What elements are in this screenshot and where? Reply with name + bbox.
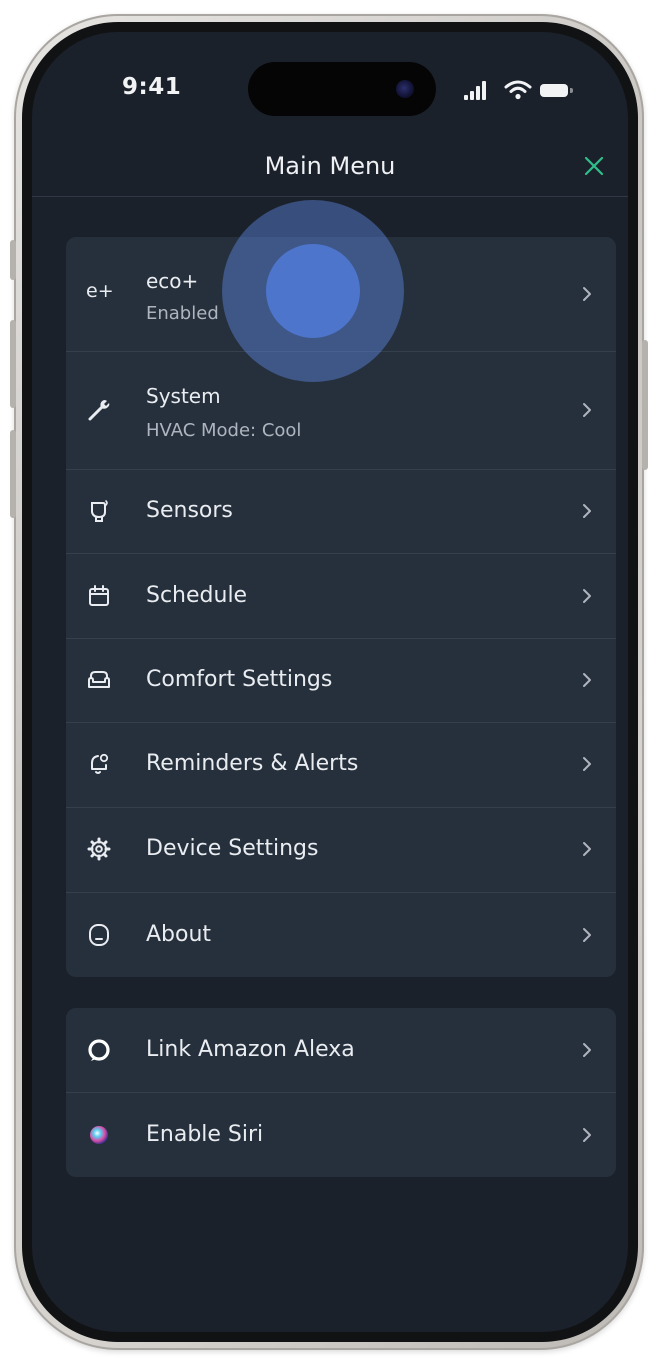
chevron-right-icon — [583, 928, 591, 942]
action-button — [10, 240, 16, 280]
wrench-icon — [86, 397, 112, 423]
chevron-right-icon — [583, 1128, 591, 1142]
menu-item-label: Sensors — [146, 498, 233, 523]
front-camera — [396, 80, 414, 98]
menu-item-device-settings[interactable]: Device Settings — [66, 808, 616, 893]
power-button — [642, 340, 648, 470]
signal-icon — [464, 80, 490, 100]
menu-item-label: System — [146, 384, 221, 408]
volume-down-button — [10, 430, 16, 518]
sofa-icon — [86, 667, 112, 693]
nav-header: Main Menu — [32, 142, 628, 197]
chevron-right-icon — [583, 757, 591, 771]
menu-item-reminders-alerts[interactable]: Reminders & Alerts — [66, 723, 616, 808]
calendar-icon — [86, 583, 112, 609]
chevron-right-icon — [583, 842, 591, 856]
eco-plus-icon: e+ — [86, 280, 114, 302]
menu-item-label: Link Amazon Alexa — [146, 1037, 355, 1062]
menu-item-link-amazon-alexa[interactable]: Link Amazon Alexa — [66, 1008, 616, 1093]
menu-item-system[interactable]: System HVAC Mode: Cool — [66, 352, 616, 470]
wifi-icon — [504, 80, 532, 100]
menu-item-enable-siri[interactable]: Enable Siri — [66, 1093, 616, 1177]
menu-item-about[interactable]: About — [66, 893, 616, 977]
status-time: 9:41 — [122, 74, 182, 100]
chevron-right-icon — [583, 504, 591, 518]
menu-item-subtitle: Enabled — [146, 303, 219, 324]
menu-item-label: Device Settings — [146, 836, 319, 861]
chevron-right-icon — [583, 287, 591, 301]
main-menu-list: e+ eco+ Enabled System HVAC Mode: Cool S… — [66, 237, 616, 977]
gear-icon — [86, 836, 112, 862]
menu-item-schedule[interactable]: Schedule — [66, 554, 616, 639]
siri-icon — [86, 1122, 112, 1148]
status-icons — [464, 80, 584, 102]
chevron-right-icon — [583, 673, 591, 687]
chevron-right-icon — [583, 589, 591, 603]
menu-item-comfort-settings[interactable]: Comfort Settings — [66, 639, 616, 723]
page-title: Main Menu — [264, 152, 396, 180]
thermostat-icon — [86, 922, 112, 948]
sensor-icon — [86, 498, 112, 524]
bell-icon — [86, 751, 112, 777]
menu-item-label: eco+ — [146, 269, 199, 293]
menu-item-subtitle: HVAC Mode: Cool — [146, 420, 302, 441]
close-icon — [584, 156, 604, 176]
chevron-right-icon — [583, 1043, 591, 1057]
menu-item-label: Enable Siri — [146, 1122, 264, 1147]
dynamic-island — [248, 62, 436, 116]
volume-up-button — [10, 320, 16, 408]
close-button[interactable] — [578, 150, 610, 182]
integrations-menu-list: Link Amazon Alexa Enable Siri — [66, 1008, 616, 1177]
phone-screen: 9:41 Main Menu e+ eco+ Enabled System HV… — [32, 32, 628, 1332]
menu-item-label: Reminders & Alerts — [146, 751, 359, 776]
menu-item-eco-plus[interactable]: e+ eco+ Enabled — [66, 237, 616, 352]
menu-item-label: Schedule — [146, 583, 248, 608]
alexa-icon — [86, 1037, 112, 1063]
menu-item-label: About — [146, 922, 212, 947]
status-bar: 9:41 — [32, 32, 628, 142]
chevron-right-icon — [583, 403, 591, 417]
menu-item-sensors[interactable]: Sensors — [66, 470, 616, 554]
menu-item-label: Comfort Settings — [146, 667, 333, 692]
